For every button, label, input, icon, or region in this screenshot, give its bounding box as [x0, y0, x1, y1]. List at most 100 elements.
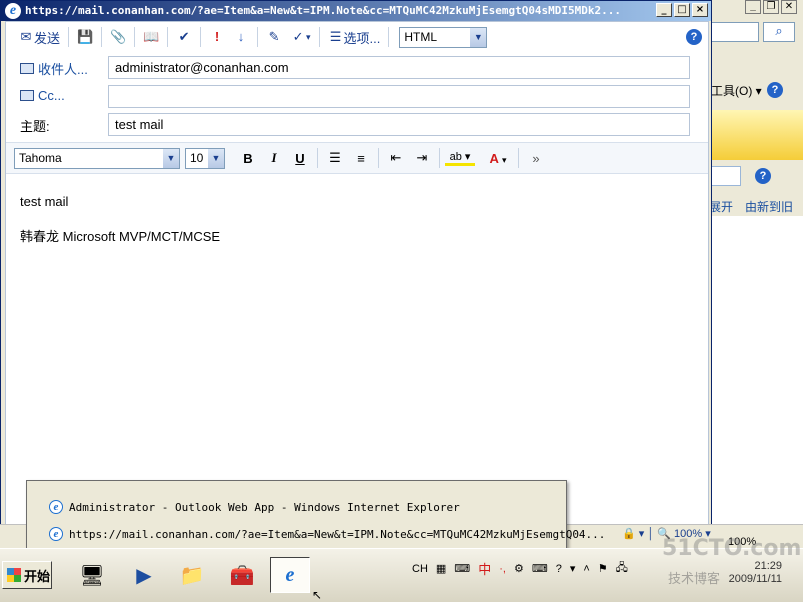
compose-window-titlebar[interactable]: e https://mail.conanhan.com/?ae=Item&a=N… — [1, 1, 711, 21]
background-address-bar[interactable] — [711, 22, 759, 42]
taskbar-window-item[interactable]: e Administrator - Outlook Web App - Wind… — [49, 498, 460, 516]
subject-label: 主题: — [20, 119, 50, 134]
background-window-controls: _ ❐ ✕ — [745, 0, 797, 14]
toolbar-separator — [101, 27, 103, 47]
toolbar-separator — [68, 27, 70, 47]
check-names-button[interactable]: ✔ — [172, 26, 196, 48]
maximize-icon[interactable]: □ — [674, 3, 690, 17]
attach-button[interactable]: 📎 — [106, 26, 130, 48]
toolbar-separator — [257, 27, 259, 47]
close-icon[interactable]: ✕ — [781, 0, 797, 14]
font-color-button[interactable]: A ▾ — [483, 151, 513, 166]
ie-icon: e — [49, 527, 63, 541]
powershell-icon[interactable]: ▶ — [124, 557, 164, 593]
subject-field[interactable]: test mail — [108, 113, 690, 136]
italic-button[interactable]: I — [262, 150, 286, 166]
language-indicator[interactable]: CH — [412, 563, 428, 575]
taskbar-window-item[interactable]: e https://mail.conanhan.com/?ae=Item&a=N… — [49, 525, 605, 543]
message-line: test mail — [20, 194, 69, 209]
address-book-icon — [20, 63, 34, 74]
font-size-select[interactable]: 10 ▼ — [185, 147, 225, 169]
font-select[interactable]: Tahoma ▼ — [14, 147, 180, 169]
cc-field[interactable] — [108, 85, 690, 108]
settings-icon[interactable]: ⚙ — [514, 562, 524, 575]
minimize-icon[interactable]: _ — [656, 3, 672, 17]
start-label: 开始 — [24, 568, 51, 584]
punctuation-icon[interactable]: ·, — [499, 563, 506, 575]
mouse-cursor-icon: ↖ — [312, 588, 323, 602]
watermark: 51CTO.com — [662, 536, 802, 561]
chevron-down-icon: ▼ — [208, 148, 224, 168]
importance-high-button[interactable]: ! — [205, 26, 229, 48]
chevron-down-icon: ▼ — [163, 148, 179, 168]
chevron-down-icon: ▼ — [470, 27, 487, 47]
watermark-sub: 技术博客 — [668, 571, 721, 586]
expand-link[interactable]: 展开 — [709, 198, 733, 215]
font-size-value: 10 — [190, 151, 204, 165]
search-icon[interactable]: ⌕ — [763, 22, 795, 42]
toolbar-separator — [200, 27, 202, 47]
formatting-toolbar: Tahoma ▼ 10 ▼ B I U ☰ ≡ ⇤ ⇥ ab ▾ A ▾ » — [6, 142, 708, 174]
to-label: 收件人... — [38, 62, 88, 77]
background-links: 展开 由新到旧 — [709, 198, 803, 215]
bold-button[interactable]: B — [236, 151, 260, 166]
send-icon: ✉ — [20, 29, 32, 44]
save-button[interactable]: 💾 — [73, 26, 97, 48]
options-button[interactable]: ☰ 选项... — [324, 26, 385, 48]
network-icon[interactable]: 🖧 — [616, 559, 628, 578]
start-button[interactable]: 开始 — [2, 561, 52, 589]
clock[interactable]: 21:29 2009/11/11 — [718, 560, 782, 586]
background-search-box[interactable] — [709, 166, 741, 186]
cc-label: Cc... — [38, 88, 65, 103]
send-button[interactable]: ✉ 发送 — [14, 26, 64, 48]
taskbar-window-item-label: Administrator - Outlook Web App - Window… — [69, 500, 460, 514]
server-manager-icon[interactable]: 🖥 — [72, 557, 112, 593]
to-field[interactable]: administrator@conanhan.com — [108, 56, 690, 79]
highlight-button[interactable]: ab ▾ — [445, 150, 475, 166]
to-button[interactable]: 收件人... — [20, 59, 88, 78]
chevron-up-icon[interactable]: ˄ — [583, 563, 589, 575]
ime-settings-icon[interactable]: ⌨ — [454, 562, 470, 575]
taskbar-window-item-label: https://mail.conanhan.com/?ae=Item&a=New… — [69, 527, 606, 541]
signature-button[interactable]: ✎ — [262, 26, 286, 48]
importance-low-button[interactable]: ↓ — [229, 26, 253, 48]
ie-taskbar-icon[interactable]: e — [270, 557, 310, 593]
tools-menu[interactable]: 工具(O) ▾ — [711, 82, 762, 99]
background-content — [709, 216, 803, 526]
underline-button[interactable]: U — [288, 151, 312, 166]
system-tray: CH ▦ ⌨ 中 ·, ⚙ ⌨ ? ▾ ˄ ⚑ 🖧 — [412, 559, 628, 578]
softkeyboard-icon[interactable]: ⌨ — [532, 562, 548, 575]
help-icon[interactable]: ? — [767, 82, 783, 98]
spellcheck-icon: ✓ — [292, 29, 304, 44]
help-icon[interactable]: ? — [556, 563, 562, 575]
cc-button[interactable]: Cc... — [20, 88, 65, 103]
decrease-indent-icon[interactable]: ⇤ — [384, 150, 408, 166]
toolbox-icon[interactable]: 🧰 — [222, 557, 262, 593]
sort-newest-link[interactable]: 由新到旧 — [745, 198, 793, 215]
ime-mode[interactable]: 中 — [478, 559, 491, 578]
chevron-down-icon[interactable]: ▾ — [570, 562, 576, 575]
address-book-button[interactable]: 📖 — [139, 26, 163, 48]
importance-high-icon: ! — [214, 29, 220, 44]
increase-indent-icon[interactable]: ⇥ — [410, 150, 434, 166]
font-value: Tahoma — [19, 151, 62, 165]
help-icon[interactable]: ? — [686, 29, 702, 45]
spellcheck-button[interactable]: ✓ ▾ — [286, 26, 315, 48]
help-icon[interactable]: ? — [755, 168, 771, 184]
toolbar-separator — [439, 148, 440, 168]
background-banner — [709, 110, 803, 160]
restore-icon[interactable]: ❐ — [763, 0, 779, 14]
cc-row: Cc... — [6, 83, 708, 109]
bullets-icon[interactable]: ☰ — [323, 150, 347, 166]
background-window: _ ❐ ✕ ⌕ 工具(O) ▾ ? ? 展开 由新到旧 — [700, 0, 803, 548]
more-options-icon[interactable]: » — [524, 151, 548, 166]
keyboard-icon[interactable]: ▦ — [436, 562, 446, 575]
close-icon[interactable]: × — [692, 3, 708, 17]
tools-menu-label: 工具(O) — [711, 84, 753, 98]
message-format-select[interactable]: HTML ▼ — [399, 26, 488, 48]
flag-icon[interactable]: ⚑ — [598, 562, 608, 575]
highlight-label: ab — [449, 151, 462, 163]
minimize-icon[interactable]: _ — [745, 0, 761, 14]
numbering-icon[interactable]: ≡ — [349, 151, 373, 166]
explorer-icon[interactable]: 📁 — [172, 557, 212, 593]
